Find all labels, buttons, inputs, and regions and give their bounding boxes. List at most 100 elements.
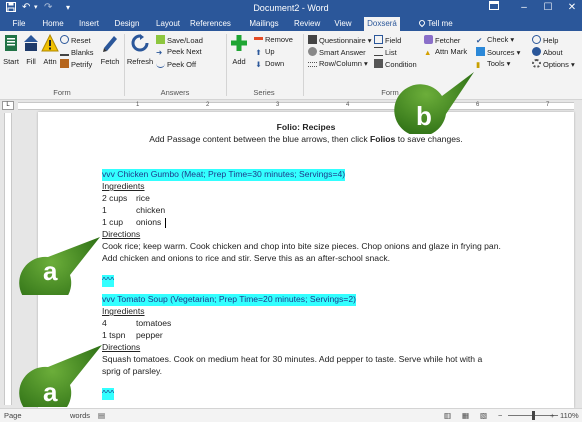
questionnaire-button[interactable]: Questionnaire ▾ <box>308 35 372 46</box>
smart-answer-button[interactable]: Smart Answer <box>308 47 366 58</box>
directions-text: sprig of parsley. <box>102 366 163 376</box>
zoom-slider-thumb[interactable] <box>532 411 535 420</box>
tab-references[interactable]: References <box>188 17 232 31</box>
peek-off-icon <box>156 59 165 68</box>
group-separator <box>303 34 304 96</box>
answers-group-label: Answers <box>160 88 190 97</box>
petrify-button[interactable]: Petrify <box>60 59 92 70</box>
save-load-button[interactable]: Save/Load <box>156 35 203 46</box>
fill-icon <box>24 35 38 51</box>
arrow-up-icon: ⬆ <box>255 48 262 57</box>
reset-button[interactable]: Reset <box>60 35 91 46</box>
blanks-button[interactable]: Blanks <box>60 47 94 58</box>
callout-letter: a <box>43 377 58 407</box>
peek-next-button[interactable]: ➜ Peek Next <box>156 47 202 57</box>
smart-answer-icon <box>308 47 317 56</box>
down-button[interactable]: ⬇ Down <box>254 59 284 69</box>
tab-review[interactable]: Review <box>292 17 322 31</box>
check-button[interactable]: ✔ Check ▾ <box>476 35 514 45</box>
remove-button[interactable]: Remove <box>254 35 293 45</box>
refresh-icon <box>131 34 149 52</box>
help-icon <box>532 35 541 44</box>
lightbulb-icon <box>418 18 427 28</box>
field-icon <box>374 35 383 44</box>
warning-icon: ▲ <box>424 48 432 57</box>
condition-button[interactable]: Condition <box>374 59 417 70</box>
options-button[interactable]: Options ▾ <box>532 59 575 70</box>
form-group-label: Form <box>53 88 71 97</box>
row-column-button[interactable]: Row/Column ▾ <box>308 59 368 69</box>
help-button[interactable]: Help <box>532 35 558 46</box>
fill-button[interactable]: Fill <box>22 34 40 67</box>
check-icon: ✔ <box>476 36 483 45</box>
group-separator <box>226 34 227 96</box>
list-icon <box>374 47 383 56</box>
print-layout-icon[interactable]: ▦ <box>462 411 469 420</box>
ingredient-item: chicken <box>136 205 166 215</box>
tools-button[interactable]: ▮ Tools ▾ <box>476 59 510 69</box>
fetch-button[interactable]: Fetch <box>99 34 121 67</box>
peek-off-button[interactable]: Peek Off <box>156 59 196 70</box>
ingredient-item: rice <box>136 193 150 203</box>
ingredients-label: Ingredients <box>102 306 145 316</box>
maximize-icon[interactable]: ☐ <box>538 1 558 15</box>
status-bar: Page words ▤ ▥ ▦ ▧ − + 110% <box>0 408 582 422</box>
tab-design[interactable]: Design <box>112 17 142 31</box>
add-button[interactable]: Add <box>228 34 250 67</box>
tab-selector[interactable]: L <box>2 101 14 110</box>
tab-home[interactable]: Home <box>40 17 66 31</box>
document-page[interactable]: Folio: Recipes Add Passage content betwe… <box>38 112 574 408</box>
ingredient-item: pepper <box>136 330 163 340</box>
zoom-out-icon[interactable]: − <box>498 411 502 420</box>
condition-icon <box>374 59 383 68</box>
group-separator <box>124 34 125 96</box>
tell-me-search[interactable]: Tell me <box>410 17 462 31</box>
attn-mark-button[interactable]: ▲ Attn Mark <box>424 47 467 57</box>
word-count[interactable]: words <box>70 411 90 420</box>
tab-file[interactable]: File <box>10 17 28 31</box>
tab-layout[interactable]: Layout <box>154 17 182 31</box>
tab-view[interactable]: View <box>332 17 354 31</box>
minimize-icon[interactable]: – <box>514 1 534 15</box>
blanks-icon <box>60 47 69 56</box>
attn-button[interactable]: Attn <box>41 33 59 67</box>
read-mode-icon[interactable]: ▥ <box>444 411 451 420</box>
list-button[interactable]: List <box>374 47 397 58</box>
vertical-ruler[interactable] <box>4 113 12 405</box>
recipe-header[interactable]: vvv Tomato Soup (Vegetarian; Prep Time=2… <box>102 294 356 306</box>
ingredient-qty: 1 <box>102 205 107 215</box>
recipe-header[interactable]: vvv Chicken Gumbo (Meat; Prep Time=30 mi… <box>102 169 346 181</box>
callout-a-directions <box>19 345 102 407</box>
tab-doxsera[interactable]: Doxserá <box>364 17 400 31</box>
start-icon <box>5 35 17 51</box>
tab-mailings[interactable]: Mailings <box>246 17 282 31</box>
tab-insert[interactable]: Insert <box>76 17 102 31</box>
ribbon-tabs: File Home Insert Design Layout Reference… <box>0 16 582 31</box>
page-indicator[interactable]: Page <box>4 411 22 420</box>
directions-text: Add chicken and onions to rice and stir.… <box>102 253 391 263</box>
ingredient-qty: 2 cups <box>102 193 128 203</box>
horizontal-ruler-row: L 1 2 3 4 5 6 7 <box>0 100 582 111</box>
gear-icon <box>532 59 541 68</box>
field-button[interactable]: Field <box>374 35 401 46</box>
save-load-icon <box>156 35 165 44</box>
ingredient-qty: 1 cup <box>102 217 124 227</box>
about-button[interactable]: About <box>532 47 563 58</box>
fetcher-button[interactable]: Fetcher <box>424 35 460 46</box>
minus-icon <box>254 37 263 40</box>
ribbon: Start Fill Attn Reset Blanks Petrify Fet… <box>0 31 582 100</box>
sources-button[interactable]: Sources ▾ <box>476 47 520 58</box>
close-icon[interactable]: ✕ <box>562 1 582 15</box>
directions-text: Squash tomatoes. Cook on medium heat for… <box>102 354 483 364</box>
start-button[interactable]: Start <box>2 34 20 67</box>
zoom-level[interactable]: 110% <box>560 411 579 420</box>
up-button[interactable]: ⬆ Up <box>254 47 274 57</box>
web-layout-icon[interactable]: ▧ <box>480 411 487 420</box>
arrow-right-icon: ➜ <box>156 48 163 57</box>
horizontal-ruler[interactable]: 1 2 3 4 5 6 7 <box>18 102 574 110</box>
ribbon-display-icon[interactable] <box>484 1 504 15</box>
zoom-in-icon[interactable]: + <box>550 411 554 420</box>
refresh-button[interactable]: Refresh <box>126 34 154 67</box>
questionnaire-icon <box>308 35 317 44</box>
proofing-icon[interactable]: ▤ <box>98 411 105 420</box>
